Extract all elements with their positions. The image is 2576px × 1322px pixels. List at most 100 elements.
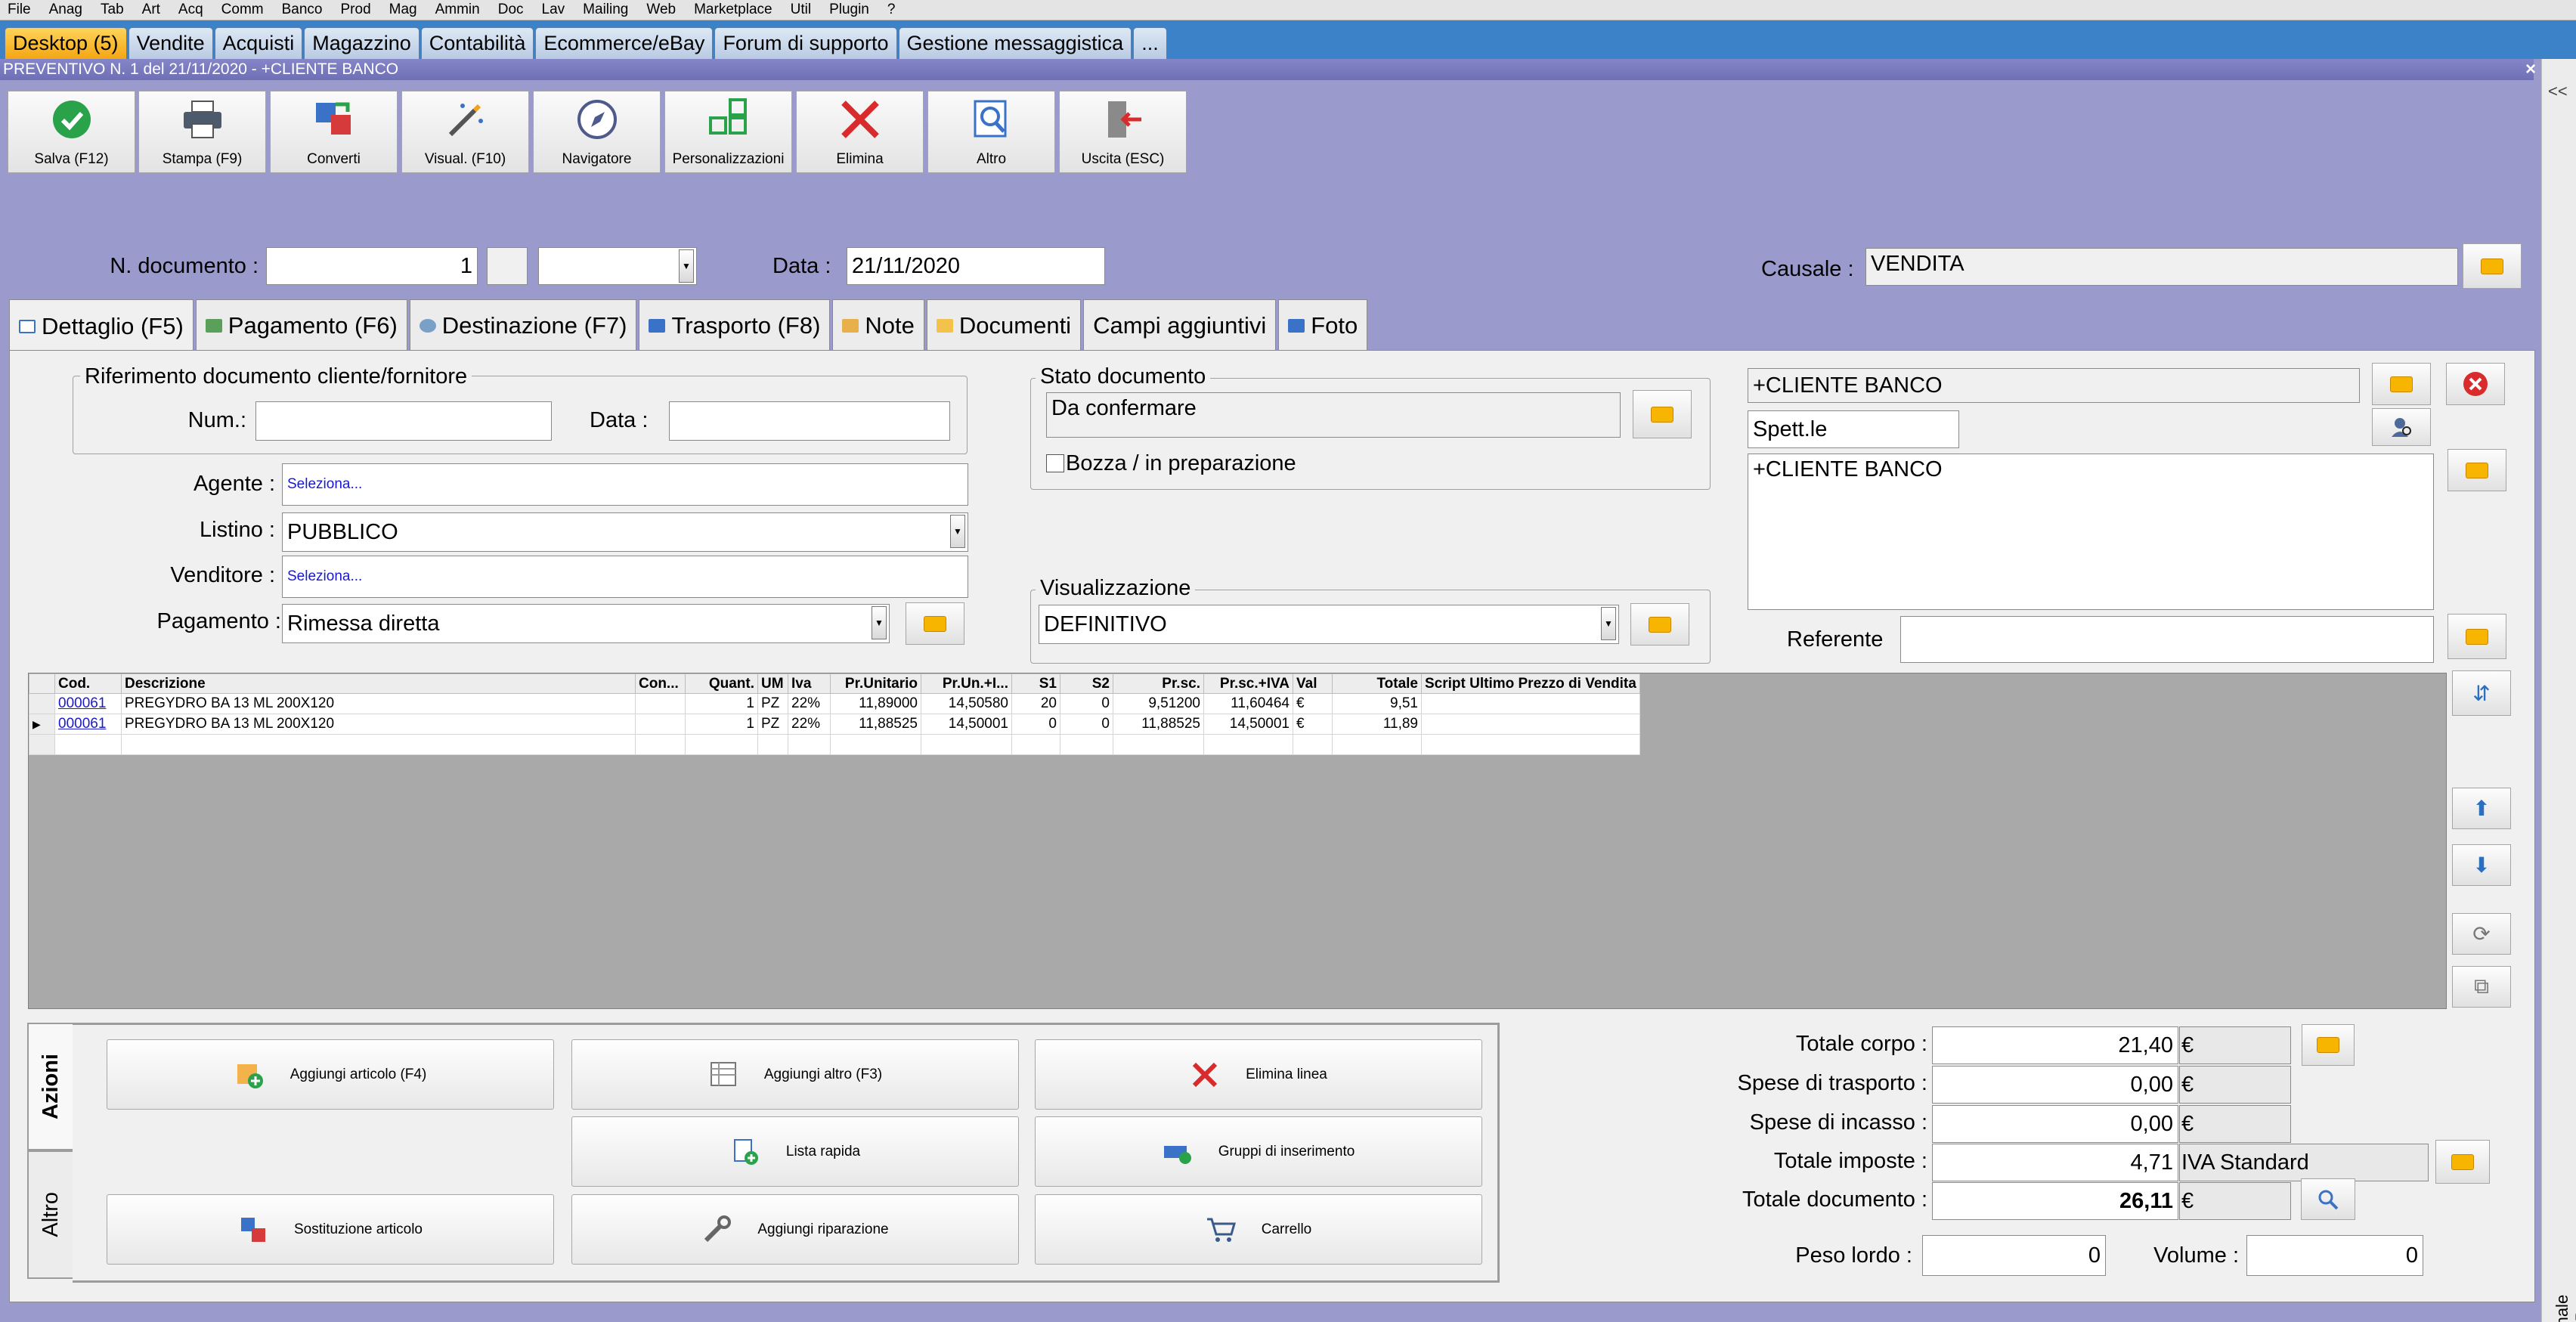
save-button[interactable]: Salva (F12) xyxy=(8,91,135,173)
move-down-button[interactable]: ⬇ xyxy=(2452,844,2511,886)
iva-type-field[interactable]: IVA Standard xyxy=(2179,1144,2429,1181)
spese-incasso-field[interactable]: 0,00 xyxy=(1932,1105,2178,1143)
cliente-address-field[interactable]: +CLIENTE BANCO xyxy=(1748,454,2434,610)
listino-select[interactable]: PUBBLICO ▼ xyxy=(282,512,968,552)
ndoc-input[interactable]: 1 xyxy=(266,247,478,285)
exit-button[interactable]: Uscita (ESC) xyxy=(1059,91,1187,173)
tab-desktop[interactable]: Desktop (5) xyxy=(5,27,127,59)
causale-field[interactable]: VENDITA xyxy=(1865,248,2458,286)
tab-contabilita[interactable]: Contabilità xyxy=(420,27,534,59)
spese-trasporto-field[interactable]: 0,00 xyxy=(1932,1066,2178,1104)
sort-button[interactable]: ⇵ xyxy=(2452,670,2511,716)
column-header[interactable]: Pr.Un.+I... xyxy=(921,673,1012,694)
delete-button[interactable]: Elimina xyxy=(796,91,924,173)
menu-file[interactable]: File xyxy=(8,2,31,18)
column-header[interactable]: S2 xyxy=(1060,673,1113,694)
menu-help[interactable]: ? xyxy=(887,2,896,18)
tab-acquisti[interactable]: Acquisti xyxy=(214,27,303,59)
menu-acq[interactable]: Acq xyxy=(178,2,203,18)
column-header[interactable] xyxy=(29,673,55,694)
cliente-clear-button[interactable] xyxy=(2446,363,2505,405)
column-header[interactable]: Pr.Unitario xyxy=(830,673,921,694)
article-code-link[interactable] xyxy=(54,734,122,755)
article-code-link[interactable]: 000061 xyxy=(54,693,122,714)
add-other-button[interactable]: Aggiungi altro (F3) xyxy=(571,1039,1019,1110)
column-header[interactable]: Script Ultimo Prezzo di Vendita xyxy=(1421,673,1640,694)
menu-plugin[interactable]: Plugin xyxy=(829,2,869,18)
window-close-button[interactable]: × xyxy=(2521,59,2540,80)
column-header[interactable]: UM xyxy=(757,673,788,694)
chevron-down-icon[interactable]: ▼ xyxy=(950,515,965,548)
menu-util[interactable]: Util xyxy=(791,2,811,18)
tab-foto[interactable]: Foto xyxy=(1278,299,1368,351)
replace-article-button[interactable]: Sostituzione articolo xyxy=(107,1194,554,1265)
venditore-field[interactable]: Seleziona... xyxy=(282,556,968,598)
contact-lookup-button[interactable] xyxy=(2372,408,2431,446)
totals-browse-button[interactable] xyxy=(2302,1024,2355,1066)
ndoc-suffix-box[interactable] xyxy=(487,247,528,285)
column-header[interactable]: S1 xyxy=(1011,673,1060,694)
menu-mag[interactable]: Mag xyxy=(389,2,417,18)
chevron-down-icon[interactable]: ▼ xyxy=(679,249,694,283)
table-row[interactable] xyxy=(29,734,1640,755)
cliente-name-field[interactable]: +CLIENTE BANCO xyxy=(1748,368,2360,403)
insert-groups-button[interactable]: Gruppi di inserimento xyxy=(1035,1116,1482,1187)
visualizzazione-browse-button[interactable] xyxy=(1630,603,1689,646)
agente-select-text[interactable]: Seleziona... xyxy=(287,476,362,493)
address-browse-button[interactable] xyxy=(2448,449,2506,491)
stato-browse-button[interactable] xyxy=(1633,390,1692,438)
menu-banco[interactable]: Banco xyxy=(282,2,323,18)
column-header[interactable]: Iva xyxy=(788,673,831,694)
data-input[interactable]: 21/11/2020 xyxy=(847,247,1105,285)
peso-lordo-field[interactable]: 0 xyxy=(1922,1235,2106,1276)
chevron-down-icon[interactable]: ▼ xyxy=(1601,607,1616,640)
pagamento-browse-button[interactable] xyxy=(906,602,964,645)
copy-button[interactable]: ⧉ xyxy=(2452,966,2511,1008)
referente-browse-button[interactable] xyxy=(2448,614,2506,659)
menu-doc[interactable]: Doc xyxy=(498,2,524,18)
tab-magazzino[interactable]: Magazzino xyxy=(304,27,420,59)
column-header[interactable]: Pr.sc. xyxy=(1113,673,1204,694)
print-button[interactable]: Stampa (F9) xyxy=(138,91,266,173)
venditore-select-text[interactable]: Seleziona... xyxy=(287,568,362,585)
tab-campi-aggiuntivi[interactable]: Campi aggiuntivi xyxy=(1083,299,1277,351)
menu-marketplace[interactable]: Marketplace xyxy=(694,2,772,18)
menu-comm[interactable]: Comm xyxy=(221,2,264,18)
bozza-checkbox[interactable] xyxy=(1046,454,1064,472)
other-button[interactable]: Altro xyxy=(927,91,1055,173)
ndoc-series-select[interactable]: ▼ xyxy=(538,247,697,285)
totals-zoom-button[interactable] xyxy=(2301,1178,2355,1220)
convert-button[interactable]: Converti xyxy=(270,91,398,173)
tab-trasporto[interactable]: Trasporto (F8) xyxy=(639,299,831,351)
tab-messaggistica[interactable]: Gestione messaggistica xyxy=(898,27,1132,59)
refresh-button[interactable]: ⟳ xyxy=(2452,913,2511,955)
tab-dettaglio[interactable]: Dettaglio (F5) xyxy=(9,299,194,352)
visualizzazione-select[interactable]: DEFINITIVO ▼ xyxy=(1039,605,1619,644)
tab-vendite[interactable]: Vendite xyxy=(128,27,213,59)
cliente-browse-button[interactable] xyxy=(2372,363,2431,405)
column-header[interactable]: Con... xyxy=(635,673,686,694)
rif-data-input[interactable] xyxy=(669,401,950,441)
referente-input[interactable] xyxy=(1900,616,2434,663)
agente-field[interactable]: Seleziona... xyxy=(282,463,968,506)
causale-browse-button[interactable] xyxy=(2463,243,2522,289)
collapse-chevron-icon[interactable]: << xyxy=(2548,82,2568,101)
tab-altro[interactable]: Altro xyxy=(27,1150,73,1279)
visual-button[interactable]: Visual. (F10) xyxy=(401,91,529,173)
column-header[interactable]: Pr.sc.+IVA xyxy=(1203,673,1293,694)
menu-web[interactable]: Web xyxy=(646,2,676,18)
tab-pagamento[interactable]: Pagamento (F6) xyxy=(195,299,407,351)
spett-field[interactable]: Spett.le xyxy=(1748,410,1959,448)
tab-documenti[interactable]: Documenti xyxy=(926,299,1082,351)
column-header[interactable]: Descrizione xyxy=(121,673,636,694)
column-header[interactable]: Quant. xyxy=(685,673,758,694)
menu-art[interactable]: Art xyxy=(142,2,160,18)
add-repair-button[interactable]: Aggiungi riparazione xyxy=(571,1194,1019,1265)
menu-mailing[interactable]: Mailing xyxy=(583,2,628,18)
tab-note[interactable]: Note xyxy=(832,299,924,351)
chevron-down-icon[interactable]: ▼ xyxy=(872,606,887,639)
pagamento-select[interactable]: Rimessa diretta ▼ xyxy=(282,604,890,643)
add-article-button[interactable]: Aggiungi articolo (F4) xyxy=(107,1039,554,1110)
iva-browse-button[interactable] xyxy=(2435,1140,2490,1184)
rif-num-input[interactable] xyxy=(255,401,552,441)
